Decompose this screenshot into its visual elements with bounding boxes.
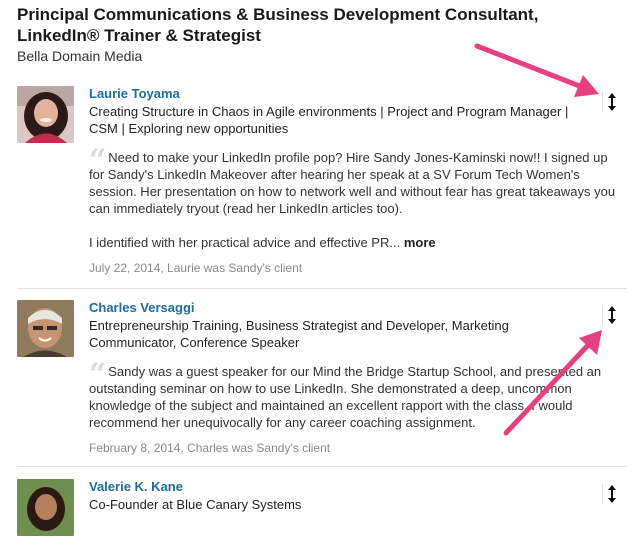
recommendation-text-line3: session. Her presentation on how to netw… bbox=[89, 184, 616, 199]
recommendation-meta: February 8, 2014, Charles was Sandy's cl… bbox=[89, 441, 331, 455]
recommendation-text: “Sandy was a guest speaker for our Mind … bbox=[89, 357, 619, 431]
recommender-headline-line2: CSM | Exploring new opportunities bbox=[89, 121, 289, 136]
recommender-name[interactable]: Charles Versaggi bbox=[89, 300, 619, 316]
recommendation-meta: July 22, 2014, Laurie was Sandy's client bbox=[89, 261, 303, 275]
recommendation-item: Laurie Toyama Creating Structure in Chao… bbox=[17, 86, 627, 286]
recommendation-item: Valerie K. Kane Co-Founder at Blue Canar… bbox=[17, 479, 627, 536]
recommender-headline-line1: Entrepreneurship Training, Business Stra… bbox=[89, 318, 509, 333]
recommendation-text-line5: I identified with her practical advice a… bbox=[89, 235, 401, 250]
quote-icon: “ bbox=[89, 143, 106, 178]
recommender-headline-line1: Co-Founder at Blue Canary Systems bbox=[89, 497, 302, 512]
recommender-headline-line2: Communicator, Conference Speaker bbox=[89, 335, 300, 350]
recommendation-text-line1: Sandy was a guest speaker for our Mind t… bbox=[108, 364, 602, 379]
up-down-arrow-icon bbox=[608, 485, 616, 503]
recommender-name[interactable]: Laurie Toyama bbox=[89, 86, 619, 102]
recommendation-text-line2: for Sandy's LinkedIn Makeover after hear… bbox=[89, 167, 580, 182]
quote-icon: “ bbox=[89, 357, 106, 392]
recommender-headline-line1: Creating Structure in Chaos in Agile env… bbox=[89, 104, 569, 119]
recommendation-text-line3: knowledge of the subject and maintained … bbox=[89, 398, 573, 413]
reorder-handle[interactable] bbox=[602, 305, 621, 325]
company-name: Bella Domain Media bbox=[17, 48, 143, 64]
recommendation-item: Charles Versaggi Entrepreneurship Traini… bbox=[17, 300, 627, 460]
avatar[interactable] bbox=[17, 479, 74, 536]
recommendation-text-line1: Need to make your LinkedIn profile pop? … bbox=[108, 150, 608, 165]
position-title-line1: Principal Communications & Business Deve… bbox=[17, 5, 539, 24]
recommendation-text-line2: outstanding seminar on how to use Linked… bbox=[89, 381, 572, 396]
up-down-arrow-icon bbox=[608, 306, 616, 324]
avatar[interactable] bbox=[17, 86, 74, 143]
position-title-line2: LinkedIn® Trainer & Strategist bbox=[17, 26, 261, 45]
divider bbox=[17, 288, 627, 289]
position-header: Principal Communications & Business Deve… bbox=[17, 4, 617, 65]
reorder-handle[interactable] bbox=[602, 92, 621, 112]
more-link[interactable]: more bbox=[404, 235, 436, 250]
recommendation-text-line4: recommend her unequivocally for any care… bbox=[89, 415, 476, 430]
recommendation-text-line4: can immediately tryout (read her LinkedI… bbox=[89, 201, 403, 216]
avatar[interactable] bbox=[17, 300, 74, 357]
up-down-arrow-icon bbox=[608, 93, 616, 111]
recommendation-text: “Need to make your LinkedIn profile pop?… bbox=[89, 143, 619, 251]
divider bbox=[17, 466, 627, 467]
reorder-handle[interactable] bbox=[602, 484, 621, 504]
recommender-name[interactable]: Valerie K. Kane bbox=[89, 479, 619, 495]
